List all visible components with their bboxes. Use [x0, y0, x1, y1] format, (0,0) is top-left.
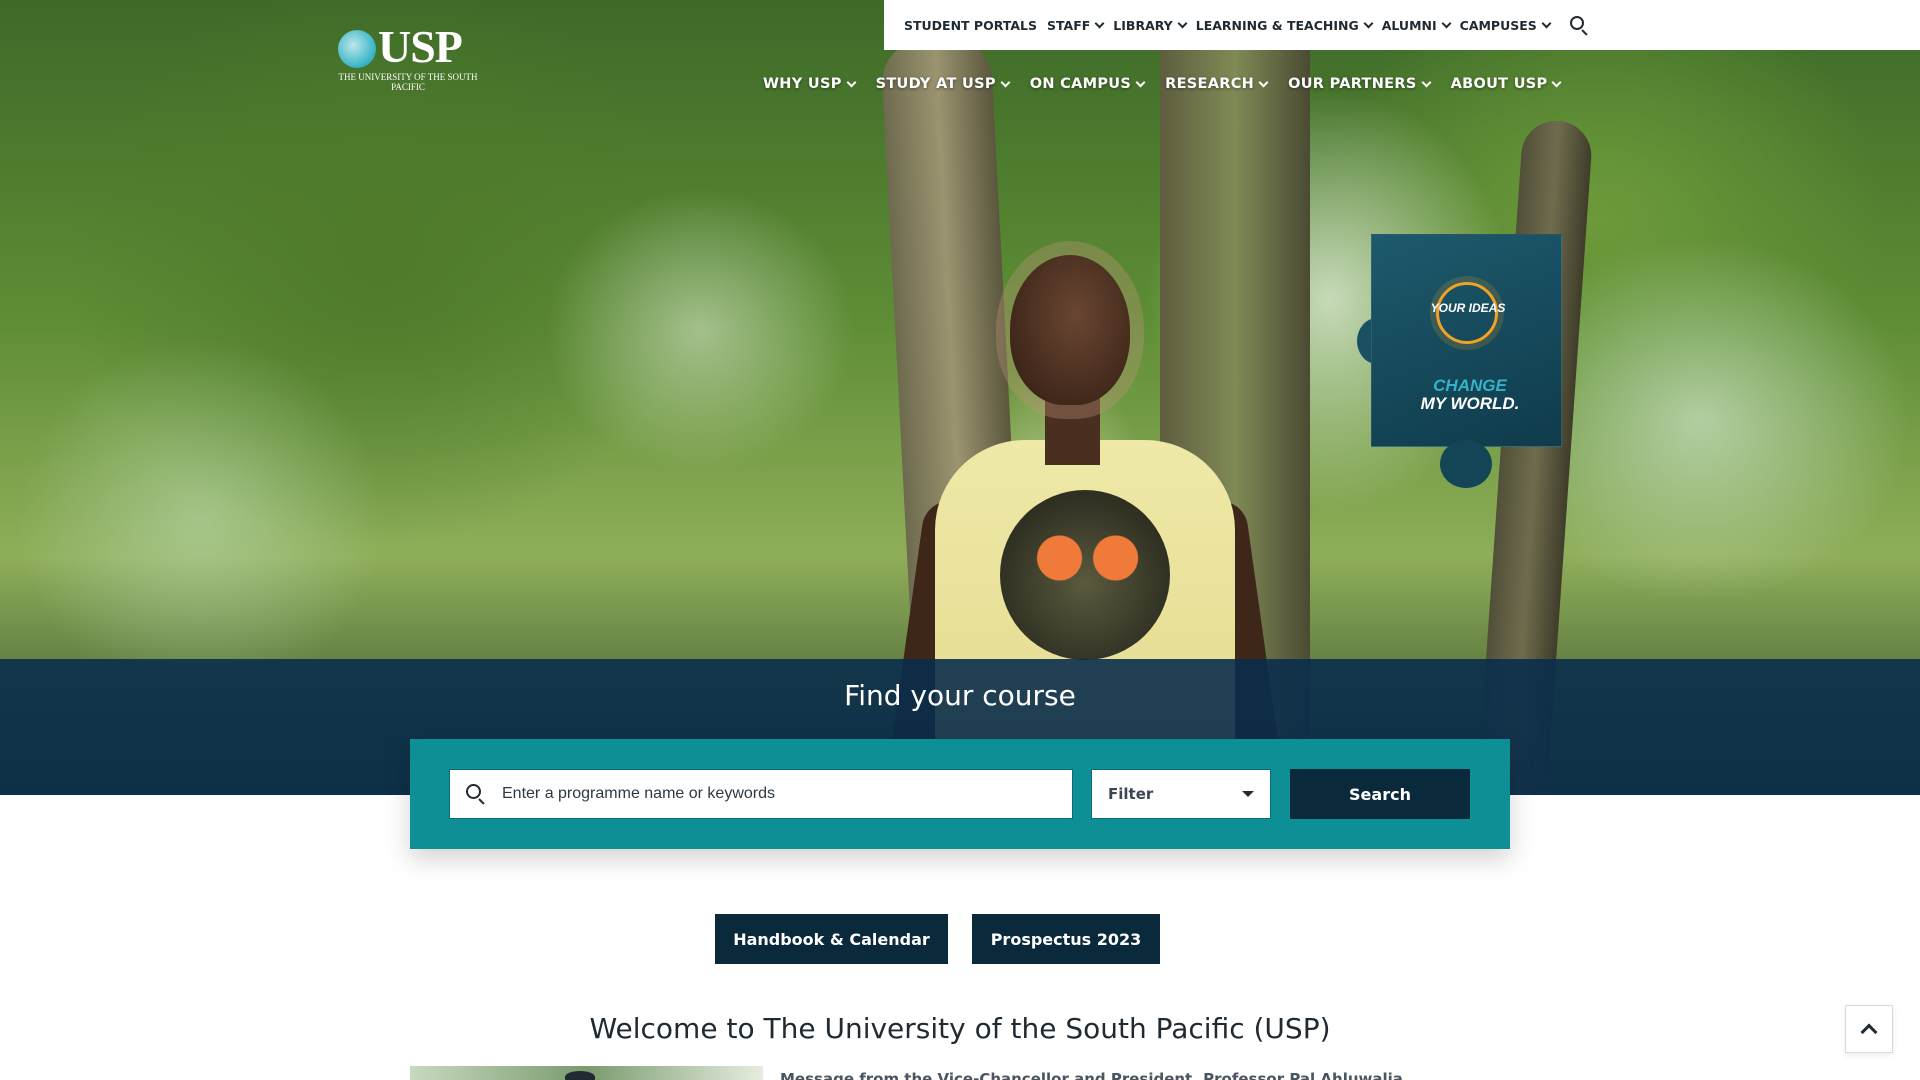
- logo-emblem-icon: [338, 30, 376, 68]
- hero-figure-head: [1010, 255, 1130, 405]
- caret-down-icon: [1242, 791, 1254, 797]
- chevron-down-icon: [1541, 18, 1552, 28]
- usp-logo[interactable]: USP THE UNIVERSITY OF THE SOUTH PACIFIC: [338, 22, 478, 94]
- util-nav-label: STUDENT PORTALS: [904, 17, 1037, 33]
- chevron-down-icon: [1363, 18, 1374, 28]
- chevron-down-icon: [1094, 18, 1105, 28]
- filter-dropdown[interactable]: Filter: [1091, 769, 1271, 819]
- puzzle-knob: [1440, 440, 1492, 488]
- hero-figure-neck: [1045, 395, 1100, 465]
- badge-line-1: YOUR IDEAS: [1430, 301, 1506, 315]
- course-search-title: Find your course: [844, 679, 1076, 712]
- chevron-down-icon: [1135, 77, 1146, 87]
- chevron-down-icon: [1177, 18, 1188, 28]
- search-icon[interactable]: [1569, 16, 1588, 36]
- course-search-input[interactable]: [502, 771, 1072, 817]
- util-nav-learning-teaching[interactable]: LEARNING & TEACHING: [1195, 17, 1374, 33]
- prospectus-button[interactable]: Prospectus 2023: [972, 914, 1160, 964]
- welcome-image-figure: [565, 1071, 595, 1080]
- logo-subtitle: THE UNIVERSITY OF THE SOUTH PACIFIC: [338, 72, 478, 92]
- search-button[interactable]: Search: [1290, 769, 1470, 819]
- welcome-heading: Welcome to The University of the South P…: [589, 1012, 1331, 1045]
- filter-label: Filter: [1108, 785, 1154, 803]
- hero-figure-shirt-print: [1000, 490, 1170, 660]
- chevron-up-icon: [1860, 1023, 1878, 1041]
- main-nav: WHY USP STUDY AT USP ON CAMPUS RESEARCH …: [763, 72, 1581, 96]
- search-icon: [466, 784, 486, 805]
- nav-label: ON CAMPUS: [1029, 76, 1132, 92]
- nav-our-partners[interactable]: OUR PARTNERS: [1288, 76, 1432, 92]
- handbook-calendar-button[interactable]: Handbook & Calendar: [715, 914, 948, 964]
- util-nav-library[interactable]: LIBRARY: [1113, 17, 1188, 33]
- nav-research[interactable]: RESEARCH: [1165, 76, 1269, 92]
- util-nav-label: LIBRARY: [1113, 17, 1173, 33]
- nav-about-usp[interactable]: ABOUT USP: [1450, 76, 1562, 92]
- util-nav-label: LEARNING & TEACHING: [1195, 17, 1359, 33]
- util-nav-label: CAMPUSES: [1459, 17, 1537, 33]
- utility-nav: STUDENT PORTALS STAFF LIBRARY LEARNING &…: [884, 0, 1920, 50]
- chevron-down-icon: [1421, 77, 1432, 87]
- nav-study-at-usp[interactable]: STUDY AT USP: [875, 76, 1011, 92]
- nav-why-usp[interactable]: WHY USP: [763, 76, 857, 92]
- chevron-down-icon: [1552, 77, 1562, 87]
- chevron-down-icon: [1000, 77, 1011, 87]
- util-nav-student-portals[interactable]: STUDENT PORTALS: [904, 18, 1037, 33]
- nav-label: RESEARCH: [1165, 76, 1255, 92]
- logo-text: USP: [378, 21, 463, 72]
- nav-on-campus[interactable]: ON CAMPUS: [1029, 76, 1146, 92]
- badge-line-3: MY WORLD.: [1420, 394, 1520, 413]
- vc-message-link[interactable]: Message from the Vice-Chancellor and Pre…: [780, 1068, 1480, 1080]
- util-nav-staff[interactable]: STAFF: [1046, 17, 1105, 33]
- chevron-down-icon: [846, 77, 857, 87]
- nav-label: ABOUT USP: [1450, 76, 1548, 92]
- nav-label: STUDY AT USP: [875, 76, 996, 92]
- nav-label: WHY USP: [763, 76, 842, 92]
- course-search-field: [449, 769, 1073, 819]
- back-to-top-button[interactable]: [1845, 1005, 1893, 1053]
- util-nav-label: ALUMNI: [1381, 17, 1437, 33]
- util-nav-alumni[interactable]: ALUMNI: [1381, 17, 1452, 33]
- badge-line-2: CHANGE: [1433, 376, 1507, 395]
- chevron-down-icon: [1258, 77, 1269, 87]
- util-nav-campuses[interactable]: CAMPUSES: [1459, 17, 1552, 33]
- nav-label: OUR PARTNERS: [1288, 76, 1417, 92]
- util-nav-label: STAFF: [1046, 17, 1091, 33]
- chevron-down-icon: [1441, 18, 1452, 28]
